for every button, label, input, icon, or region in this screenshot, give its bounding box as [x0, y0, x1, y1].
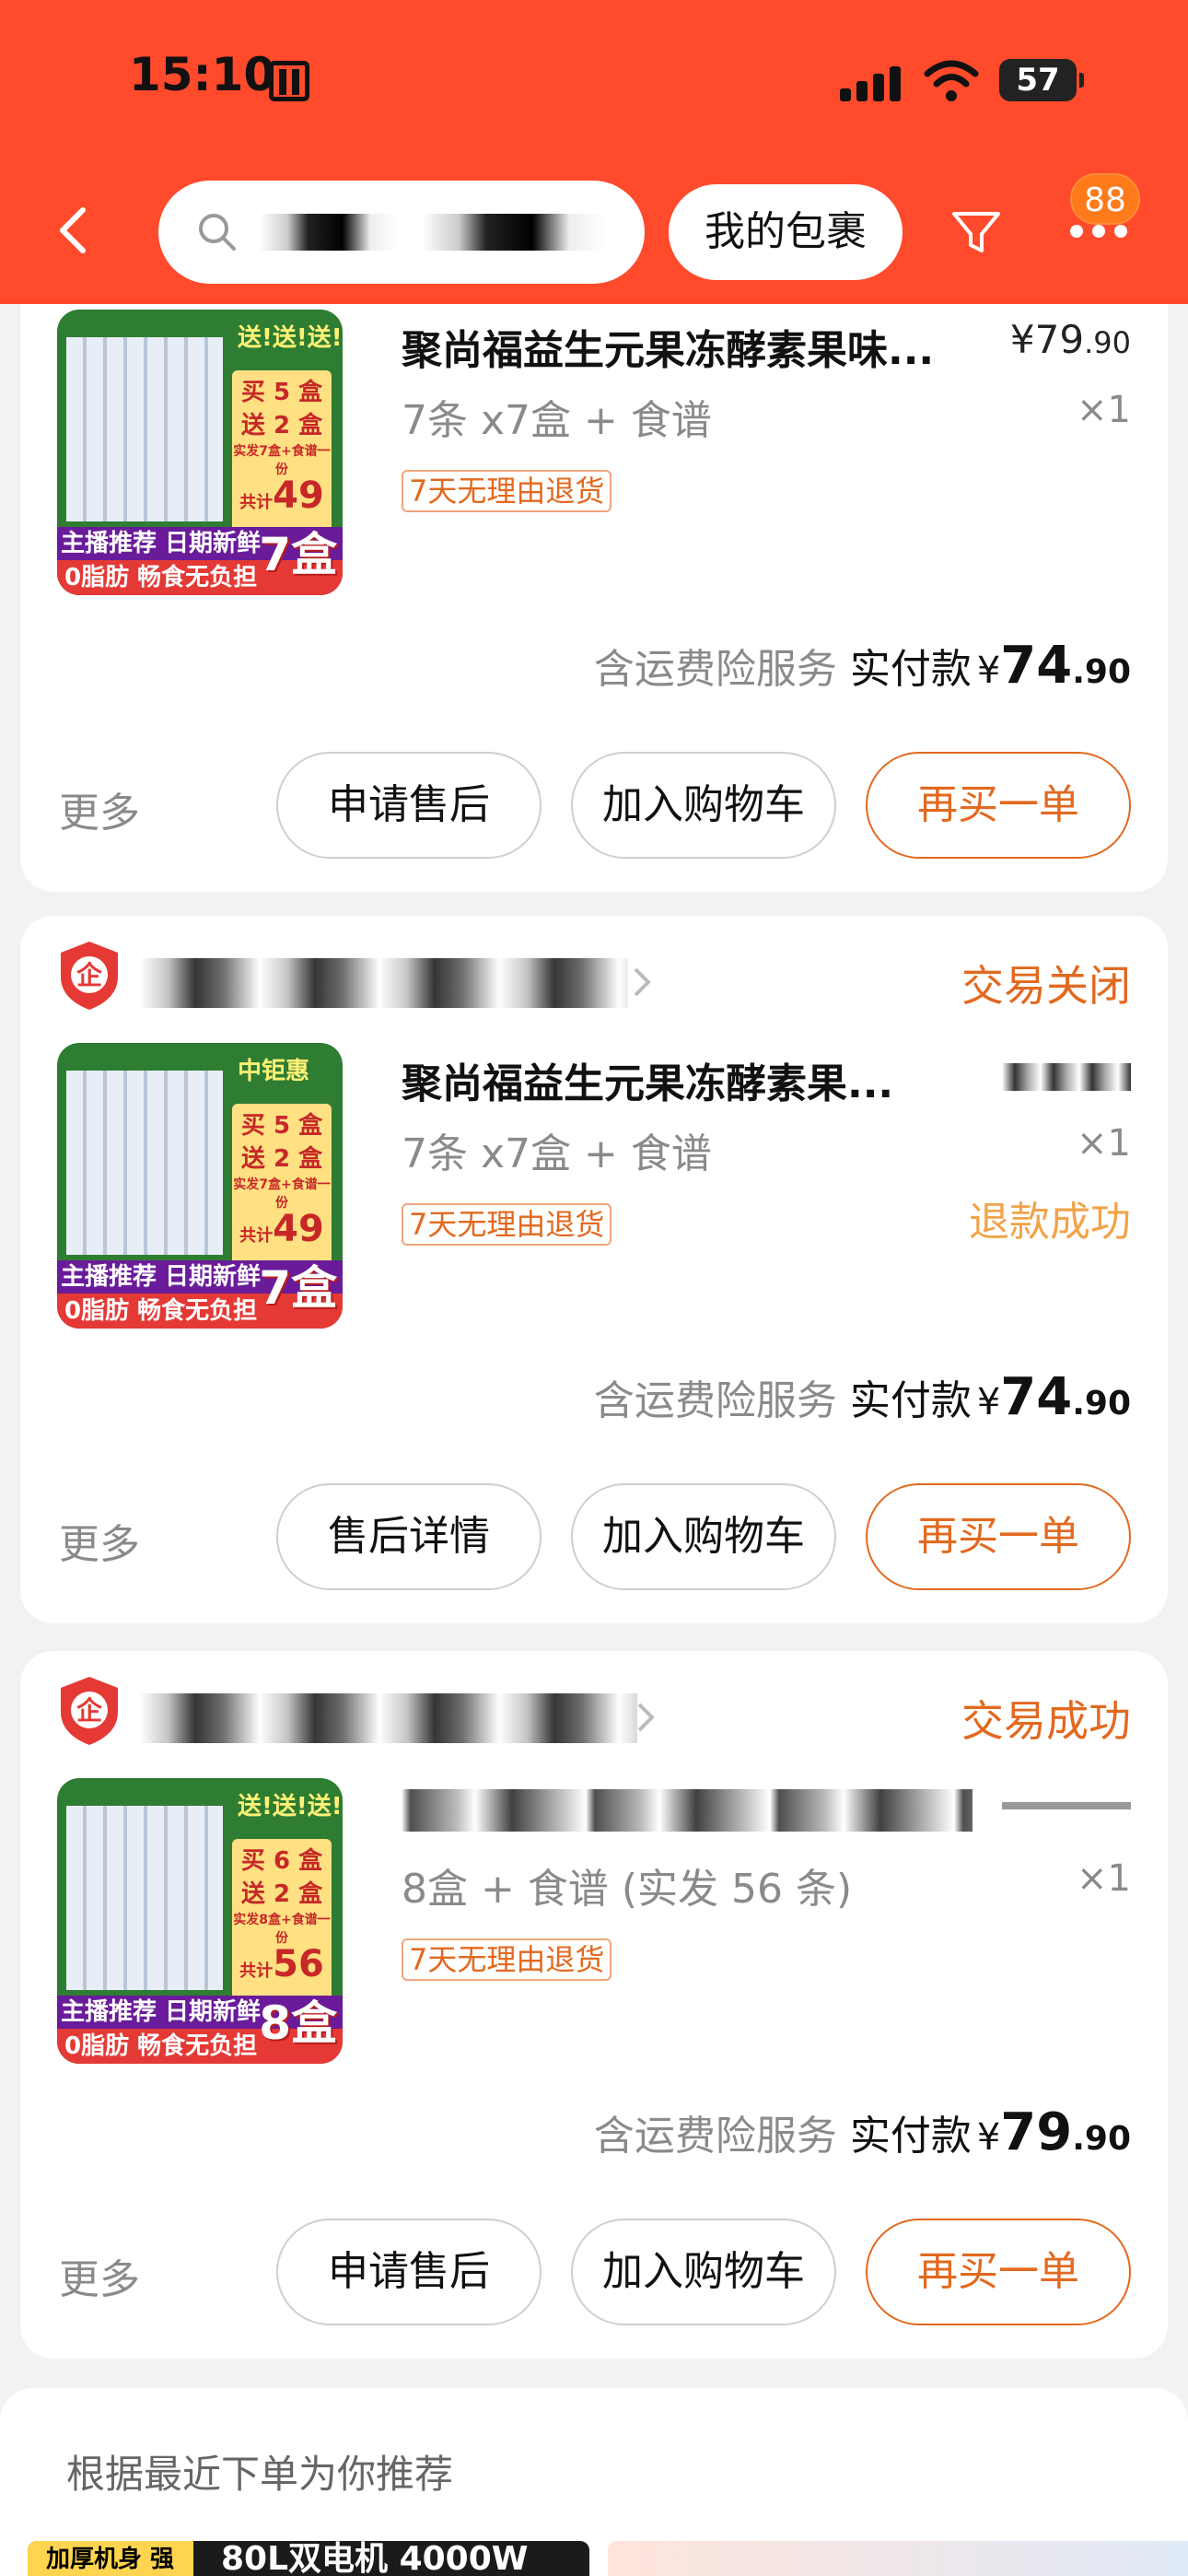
shop-name-redacted[interactable] [140, 958, 628, 1008]
more-link[interactable]: 更多 [59, 1511, 140, 1570]
svg-text:企: 企 [76, 1695, 103, 1726]
product-spec: 7条 x7盒 + 食谱 [402, 1130, 712, 1177]
product-spec: 7条 x7盒 + 食谱 [402, 397, 712, 444]
unit-price: ¥79.90 [1009, 317, 1131, 362]
unit-price-redacted [1002, 1802, 1131, 1809]
chevron-right-icon [634, 967, 651, 997]
product-spec: 8盒 + 食谱 (实发 56 条) [402, 1866, 853, 1913]
search-input[interactable] [158, 181, 645, 284]
unit-price-redacted [1002, 1063, 1131, 1091]
banner-tag: 加厚机身 强劲吸力 [28, 2541, 193, 2576]
product-title[interactable]: 聚尚福益生元果冻酵素果... [402, 1050, 973, 1109]
product-title-redacted[interactable] [402, 1789, 973, 1832]
search-query-redacted [260, 214, 398, 251]
recommended-product-banner[interactable]: 加厚机身 强劲吸力 80L双电机 4000W [28, 2541, 589, 2576]
recommendations-section: 根据最近下单为你推荐 加厚机身 强劲吸力 80L双电机 4000W [0, 2388, 1188, 2576]
after-sales-details-button[interactable]: 售后详情 [276, 1483, 542, 1590]
order-card: 企 交易成功 送!送!送! 买 6 盒 送 2 盒 实发8盒+食谱一份 共计56… [20, 1651, 1168, 2359]
recommendations-title: 根据最近下单为你推荐 [66, 2452, 454, 2497]
order-status: 交易关闭 [961, 961, 1131, 1011]
filter-icon[interactable] [949, 205, 1004, 260]
add-to-cart-button[interactable]: 加入购物车 [571, 1483, 836, 1590]
order-status: 交易成功 [961, 1696, 1131, 1746]
product-thumbnail[interactable]: 送!送!送! 买 5 盒 送 2 盒 实发7盒+食谱一份 共计49条 主播推荐 … [57, 310, 343, 595]
enterprise-shop-icon: 企 [61, 1677, 118, 1745]
payment-summary: 含运费险服务 实付款 ¥74.90 [593, 1367, 1131, 1427]
quantity: ×1 [1077, 389, 1131, 431]
product-title[interactable]: 聚尚福益生元果冻酵素果味... [402, 317, 991, 376]
enterprise-shop-icon: 企 [61, 942, 118, 1010]
more-link[interactable]: 更多 [59, 2246, 140, 2305]
return-policy-tag: 7天无理由退货 [402, 470, 612, 512]
banner-product-name: 80L双电机 4000W [221, 2541, 529, 2576]
search-icon [199, 214, 236, 251]
search-query-redacted [422, 214, 606, 251]
buy-again-button[interactable]: 再买一单 [866, 1483, 1131, 1590]
refund-status: 退款成功 [969, 1199, 1131, 1246]
add-to-cart-button[interactable]: 加入购物车 [571, 752, 836, 859]
apply-after-sales-button[interactable]: 申请售后 [276, 2219, 542, 2325]
payment-summary: 含运费险服务 实付款 ¥74.90 [593, 636, 1131, 696]
apply-after-sales-button[interactable]: 申请售后 [276, 752, 542, 859]
shop-name-redacted[interactable] [140, 1693, 637, 1743]
add-to-cart-button[interactable]: 加入购物车 [571, 2219, 836, 2325]
product-thumbnail[interactable]: 送!送!送! 买 6 盒 送 2 盒 实发8盒+食谱一份 共计56条 主播推荐 … [57, 1778, 343, 2064]
order-card: 企 交易关闭 中钜惠 买 5 盒 送 2 盒 实发7盒+食谱一份 共计49条 主… [20, 916, 1168, 1623]
battery-icon: 57 [999, 59, 1084, 101]
back-icon[interactable] [55, 205, 92, 256]
buy-again-button[interactable]: 再买一单 [866, 752, 1131, 859]
notification-badge: 88 [1070, 173, 1140, 225]
product-thumbnail[interactable]: 中钜惠 买 5 盒 送 2 盒 实发7盒+食谱一份 共计49条 主播推荐 日期新… [57, 1043, 343, 1329]
quantity: ×1 [1077, 1857, 1131, 1900]
return-policy-tag: 7天无理由退货 [402, 1203, 612, 1246]
more-link[interactable]: 更多 [59, 779, 140, 838]
chevron-right-icon [637, 1703, 655, 1732]
svg-text:企: 企 [76, 960, 103, 990]
buy-again-button[interactable]: 再买一单 [866, 2219, 1131, 2325]
id-card-icon [269, 61, 309, 101]
recommended-product-image[interactable] [608, 2541, 1188, 2576]
cellular-signal-icon [840, 64, 904, 101]
payment-summary: 含运费险服务 实付款 ¥79.90 [593, 2102, 1131, 2162]
top-bar: 15:10 57 我的包裹 88 [0, 0, 1188, 304]
order-card: 送!送!送! 买 5 盒 送 2 盒 实发7盒+食谱一份 共计49条 主播推荐 … [20, 276, 1168, 892]
my-parcels-button[interactable]: 我的包裹 [669, 184, 903, 280]
status-time: 15:10 [129, 48, 276, 101]
return-policy-tag: 7天无理由退货 [402, 1938, 612, 1981]
quantity: ×1 [1077, 1122, 1131, 1165]
wifi-icon [924, 60, 979, 101]
